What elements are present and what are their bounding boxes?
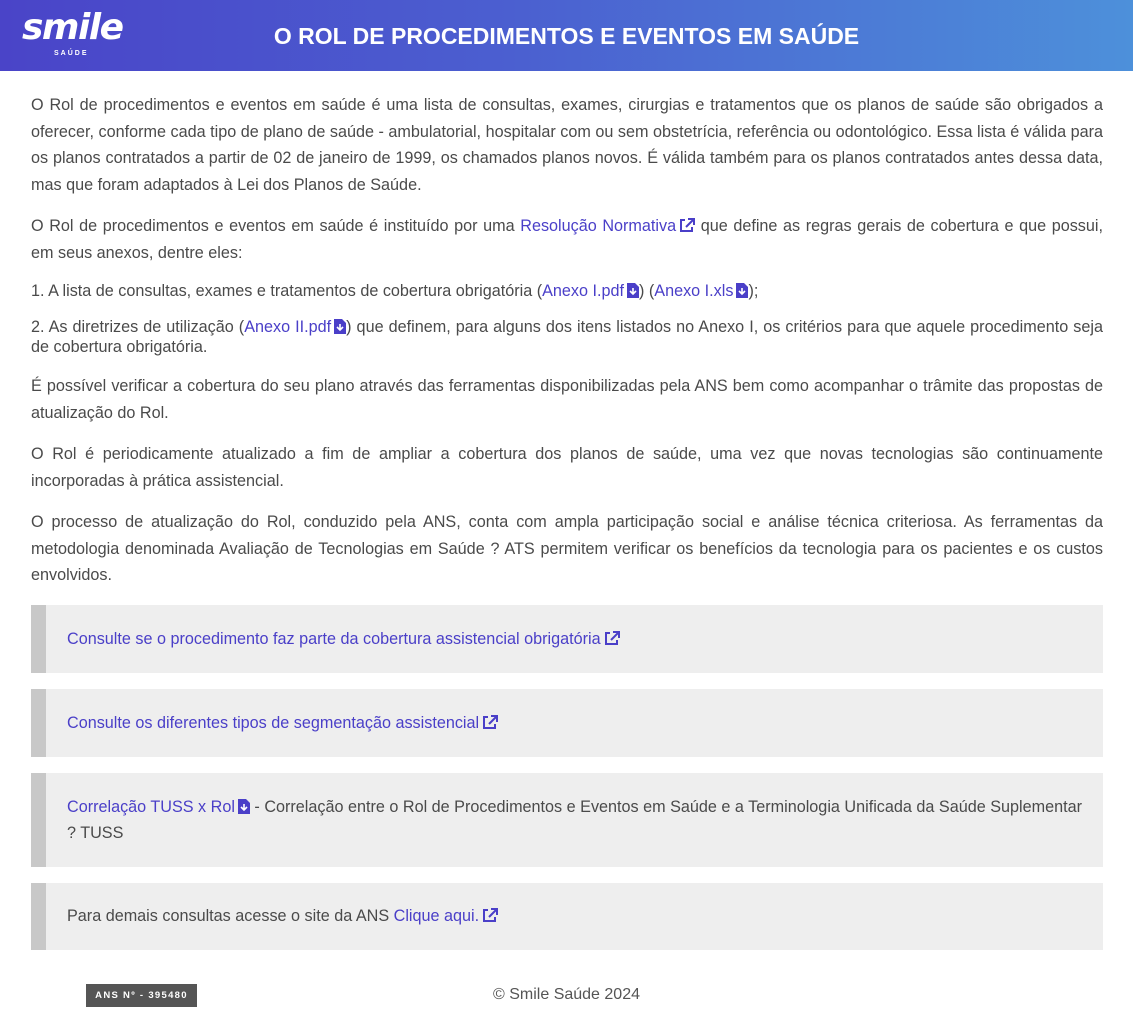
annex-2-pdf-label: Anexo II.pdf [244,318,332,336]
annex-1-pdf-label: Anexo I.pdf [542,282,624,300]
external-link-icon [604,630,620,646]
main-content: O Rol de procedimentos e eventos em saúd… [31,92,1103,966]
annex-item-1-end: ); [748,282,759,300]
annex-2-pdf-link[interactable]: Anexo II.pdf [244,318,347,336]
ats-paragraph: O processo de atualização do Rol, conduz… [31,513,1103,584]
coverage-check-link[interactable]: Consulte se o procedimento faz parte da … [67,630,620,648]
ans-site-label: Clique aqui. [393,906,480,925]
page-header: smile SAÚDE O ROL DE PROCEDIMENTOS E EVE… [0,0,1133,71]
external-link-icon [482,714,499,730]
ans-site-text: Para demais consultas acesse o site da A… [67,906,394,925]
normative-paragraph: O Rol de procedimentos e eventos em saúd… [31,213,1103,266]
page-title: O ROL DE PROCEDIMENTOS E EVENTOS EM SAÚD… [273,23,860,49]
annex-1-xls-label: Anexo I.xls [654,282,734,300]
file-download-icon [334,319,347,334]
file-download-icon [237,798,250,814]
coverage-check-box: Consulte se o procedimento faz parte da … [31,604,1103,673]
update-paragraph: O Rol é periodicamente atualizado a fim … [31,445,1103,490]
ans-registration-badge: ANS Nº - 395480 [86,984,197,1007]
file-download-icon [736,283,749,298]
annex-item-1-separator: ) ( [639,282,655,300]
external-link-icon [482,907,499,923]
normative-text-before: O Rol de procedimentos e eventos em saúd… [31,217,521,235]
annex-item-1: 1. A lista de consultas, exames e tratam… [31,281,1103,301]
annex-item-1-text: 1. A lista de consultas, exames e tratam… [31,282,543,300]
ans-site-box: Para demais consultas acesse o site da A… [31,882,1103,950]
tuss-correlation-box: Correlação TUSS x Rol - Correlação entre… [31,772,1103,867]
tuss-correlation-link[interactable]: Correlação TUSS x Rol [67,798,250,816]
file-download-icon [627,283,639,298]
intro-paragraph: O Rol de procedimentos e eventos em saúd… [31,96,1103,194]
normative-resolution-link[interactable]: Resolução Normativa [520,217,696,235]
segmentation-box: Consulte os diferentes tipos de segmenta… [31,688,1103,757]
coverage-paragraph: É possível verificar a cobertura do seu … [31,377,1103,422]
segmentation-label: Consulte os diferentes tipos de segmenta… [67,713,480,732]
ans-site-link[interactable]: Clique aqui. [394,907,499,925]
normative-resolution-label: Resolução Normativa [520,217,677,235]
tuss-correlation-label: Correlação TUSS x Rol [67,797,235,816]
coverage-check-label: Consulte se o procedimento faz parte da … [67,629,601,648]
external-link-icon [679,218,696,233]
annex-1-xls-link[interactable]: Anexo I.xls [654,282,749,300]
annex-item-2-text: 2. As diretrizes de utilização ( [31,318,245,336]
segmentation-link[interactable]: Consulte os diferentes tipos de segmenta… [67,713,499,732]
annex-item-2: 2. As diretrizes de utilização (Anexo II… [31,317,1103,357]
annex-1-pdf-link[interactable]: Anexo I.pdf [542,282,639,300]
